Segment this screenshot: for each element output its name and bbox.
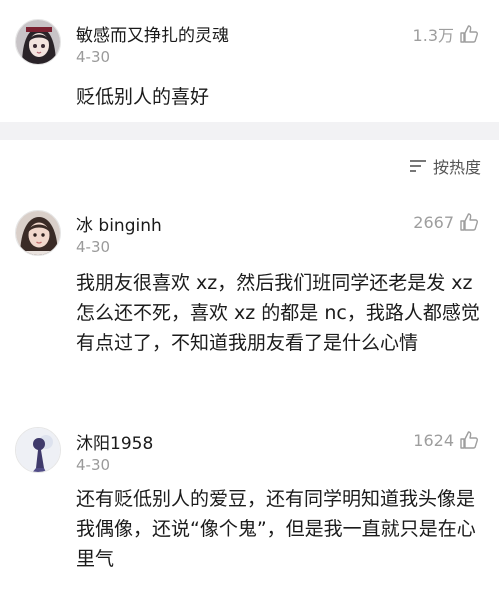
anime-girl-avatar-icon — [16, 20, 60, 64]
user-avatar[interactable] — [15, 427, 61, 473]
like-button[interactable]: 1624 — [413, 430, 479, 450]
silhouette-avatar-icon — [16, 428, 60, 472]
sort-label: 按热度 — [432, 158, 481, 177]
comment-date: 4-30 — [76, 238, 111, 256]
like-count: 1.3万 — [412, 26, 454, 45]
comment-text: 还有贬低别人的爱豆，还有同学明知道我头像是我偶像，还说“像个鬼”，但是我一直就只… — [76, 488, 476, 570]
section-divider — [0, 122, 499, 140]
username[interactable]: 冰 binginh — [76, 211, 162, 236]
comment-text: 贬低别人的喜好 — [76, 86, 210, 108]
comment-date: 4-30 — [76, 456, 111, 474]
like-button[interactable]: 1.3万 — [413, 22, 479, 46]
thumbs-up-icon — [460, 431, 478, 449]
sort-by-hot-button[interactable]: 按热度 — [409, 154, 481, 178]
username[interactable]: 敏感而又挣扎的灵魂 — [76, 21, 229, 46]
like-button[interactable]: 2667 — [413, 212, 479, 232]
comment-date: 4-30 — [76, 48, 111, 66]
girl-photo-avatar-icon — [16, 211, 60, 255]
comment-feed: 敏感而又挣扎的灵魂 4-30 1.3万 贬低别人的喜好 按热度 冰 bingin… — [0, 0, 499, 591]
thumbs-up-icon — [460, 213, 478, 231]
thumbs-up-icon — [460, 25, 478, 43]
like-count: 1624 — [413, 430, 454, 450]
user-avatar[interactable] — [15, 19, 61, 65]
sort-icon — [409, 160, 426, 172]
like-count: 2667 — [413, 212, 454, 232]
username[interactable]: 沐阳1958 — [76, 429, 153, 454]
comment-text: 我朋友很喜欢 xz，然后我们班同学还老是发 xz 怎么还不死，喜欢 xz 的都是… — [76, 272, 480, 354]
user-avatar[interactable] — [15, 210, 61, 256]
